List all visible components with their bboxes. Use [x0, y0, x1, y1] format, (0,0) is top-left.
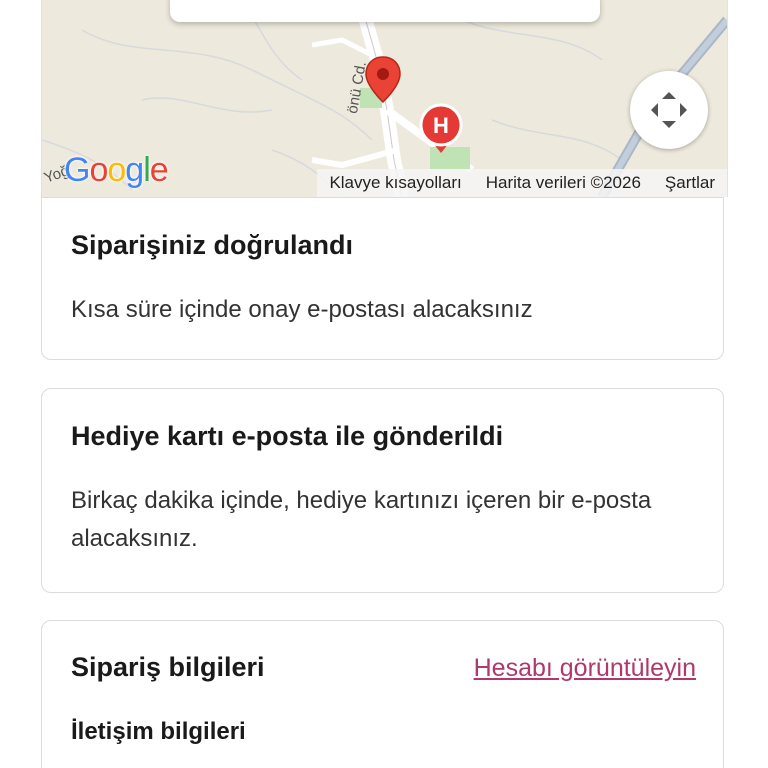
view-account-link[interactable]: Hesabı görüntüleyin — [474, 654, 696, 683]
google-logo[interactable]: Google — [64, 151, 169, 190]
order-info-card: Sipariş bilgileri Hesabı görüntüleyin İl… — [41, 620, 724, 768]
terms-link[interactable]: Şartlar — [665, 173, 715, 193]
fullscreen-icon — [651, 92, 687, 128]
map-overlay-card — [170, 0, 600, 22]
hospital-icon[interactable]: H — [418, 103, 464, 155]
fullscreen-button[interactable] — [630, 71, 708, 149]
order-confirmed-text: Kısa süre içinde onay e-postası alacaksı… — [71, 296, 533, 323]
location-pin-icon[interactable] — [364, 56, 402, 104]
map[interactable]: önü Cd. Yoğ H Google Klavye kısayolları … — [41, 0, 728, 197]
gift-card-text: Birkaç dakika içinde, hediye kartınızı i… — [71, 487, 652, 552]
hospital-letter: H — [433, 113, 449, 138]
map-data-link[interactable]: Harita verileri ©2026 — [486, 173, 641, 193]
gift-card-title: Hediye kartı e-posta ile gönderildi — [71, 421, 504, 451]
order-confirmed-title: Siparişiniz doğrulandı — [71, 230, 354, 260]
order-info-title: Sipariş bilgileri — [71, 652, 265, 682]
page: önü Cd. Yoğ H Google Klavye kısayolları … — [0, 0, 768, 768]
map-footer: Klavye kısayolları Harita verileri ©2026… — [317, 169, 727, 197]
keyboard-shortcuts-link[interactable]: Klavye kısayolları — [329, 173, 461, 193]
contact-info-title: İletişim bilgileri — [71, 718, 246, 745]
order-confirmed-card: Siparişiniz doğrulandı Kısa süre içinde … — [41, 197, 724, 360]
gift-card-card: Hediye kartı e-posta ile gönderildi Birk… — [41, 388, 724, 593]
